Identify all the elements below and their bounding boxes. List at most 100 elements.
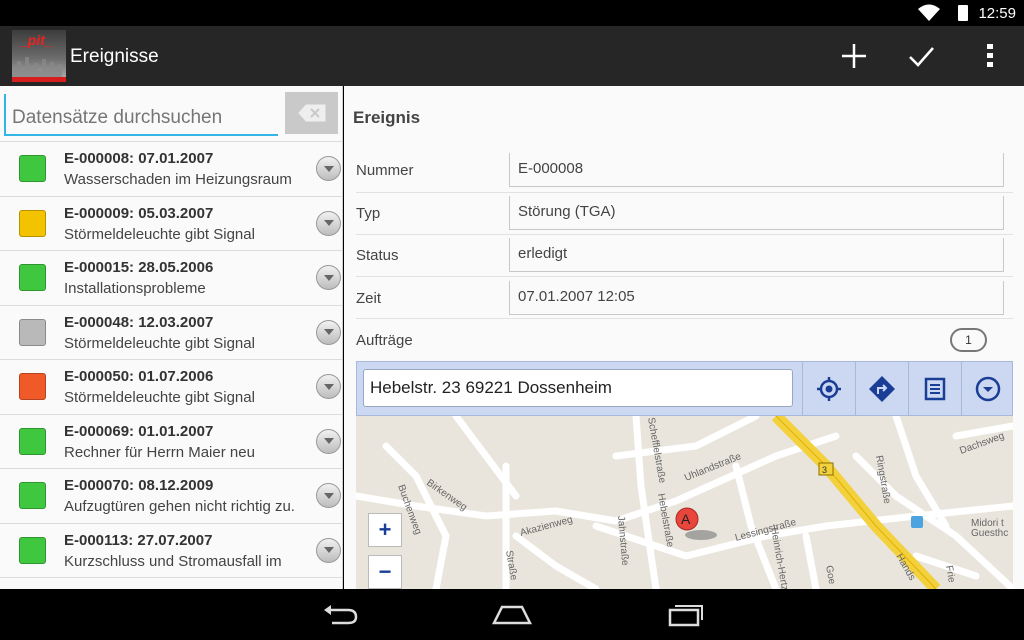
item-title: E-000009: 05.03.2007	[64, 204, 214, 222]
detail-title: Ereignis	[353, 108, 421, 127]
list-item[interactable]: E-000048: 12.03.2007 Störmeldeleuchte gib…	[0, 304, 342, 360]
item-title: E-000008: 07.01.2007	[64, 150, 214, 167]
map-canvas: 3 Birkenweg Buchenweg Akazienweg Uhlands…	[356, 416, 1013, 589]
recents-button[interactable]	[664, 599, 708, 629]
overflow-menu-button[interactable]	[966, 32, 1014, 80]
chevron-down-icon	[323, 220, 334, 226]
status-indicator	[19, 155, 46, 182]
item-subtitle: Rechner für Herrn Maier neu	[64, 443, 255, 461]
chevron-down-icon	[323, 329, 334, 335]
logo-stripe	[12, 77, 66, 82]
logo-text: _pit_	[20, 32, 53, 48]
item-menu-button[interactable]	[316, 156, 341, 181]
chevron-down-icon	[323, 438, 334, 444]
typ-field[interactable]: Störung (TGA)	[509, 196, 1004, 230]
svg-text:Guesthc: Guesthc	[971, 528, 1008, 539]
chevron-down-icon	[323, 274, 334, 281]
item-title: E-000070: 08.12.2009	[64, 477, 214, 494]
home-button[interactable]	[490, 599, 534, 629]
item-menu-button[interactable]	[316, 374, 341, 399]
home-icon	[492, 605, 532, 625]
item-title: E-000069: 01.01.2007	[64, 422, 214, 440]
zoom-out-button[interactable]: −	[368, 555, 402, 589]
save-button[interactable]	[897, 32, 945, 80]
chevron-down-icon	[323, 547, 334, 553]
list-item[interactable]: E-000113: 27.07.2007 Kurzschluss und Stro…	[0, 522, 342, 578]
record-list: E-000008: 07.01.2007 Wasserschaden im Hei…	[0, 141, 342, 589]
item-menu-button[interactable]	[316, 265, 341, 290]
field-label-typ: Typ	[356, 205, 381, 222]
battery-icon	[958, 5, 968, 21]
item-subtitle: Störmeldeleuchte gibt Signal	[64, 225, 255, 243]
divider	[356, 234, 1013, 235]
zeit-field[interactable]: 07.01.2007 12:05	[509, 281, 1004, 315]
item-subtitle: Installationsprobleme	[64, 280, 206, 297]
backspace-icon	[297, 104, 325, 122]
details-list-button[interactable]	[908, 362, 961, 415]
more-vertical-icon	[987, 44, 993, 67]
list-item[interactable]: E-000015: 28.05.2006 Installationsproblem…	[0, 250, 342, 305]
status-indicator	[19, 373, 46, 400]
plus-icon	[842, 44, 866, 68]
crosshair-icon	[817, 376, 841, 401]
status-indicator	[19, 318, 46, 346]
chevron-down-circle-icon	[975, 376, 1001, 401]
list-item[interactable]: E-000008: 07.01.2007 Wasserschaden im Hei…	[0, 141, 342, 196]
nummer-field[interactable]: E-000008	[509, 153, 1004, 187]
item-subtitle: Störmeldeleuchte gibt Signal	[64, 334, 255, 352]
clock: 12:59	[978, 5, 1016, 22]
status-indicator	[19, 264, 46, 291]
item-menu-button[interactable]	[316, 210, 341, 236]
list-item[interactable]: E-000050: 01.07.2006 Störmeldeleuchte gib…	[0, 359, 342, 414]
system-nav-bar	[0, 589, 1024, 640]
item-title: E-000048: 12.03.2007	[64, 313, 214, 331]
item-subtitle: Kurzschluss und Stromausfall im	[64, 552, 282, 570]
check-icon	[909, 47, 934, 67]
item-subtitle: Aufzugtüren gehen nicht richtig zu.	[64, 498, 295, 515]
divider	[356, 192, 1013, 193]
skyline-graphic	[12, 57, 62, 77]
item-menu-button[interactable]	[316, 428, 341, 454]
list-item[interactable]: E-000123: 01.05.2008	[0, 577, 342, 589]
field-label-nummer: Nummer	[356, 162, 414, 179]
back-button[interactable]	[318, 599, 362, 629]
status-indicator	[19, 427, 46, 455]
item-title: E-000113: 27.07.2007	[64, 531, 213, 549]
status-indicator	[19, 482, 46, 509]
address-field[interactable]: Hebelstr. 23 69221 Dossenheim	[363, 369, 793, 407]
item-menu-button[interactable]	[316, 483, 341, 508]
status-field[interactable]: erledigt	[509, 238, 1004, 272]
directions-icon	[869, 375, 895, 402]
item-subtitle: Störmeldeleuchte gibt Signal	[64, 389, 255, 406]
list-item[interactable]: E-000070: 08.12.2009 Aufzugtüren gehen ni…	[0, 468, 342, 523]
divider	[356, 318, 1013, 319]
search-input[interactable]	[4, 94, 278, 136]
action-bar: _pit_ Ereignisse	[0, 26, 1024, 86]
item-subtitle: Wasserschaden im Heizungsraum	[64, 171, 292, 188]
chevron-down-icon	[323, 165, 334, 172]
svg-text:3: 3	[822, 465, 827, 475]
item-menu-button[interactable]	[316, 537, 341, 563]
recents-icon	[668, 605, 703, 627]
orders-count-badge[interactable]: 1	[950, 328, 987, 352]
field-label-auftraege: Aufträge	[356, 332, 413, 349]
back-icon	[324, 605, 358, 625]
status-indicator	[19, 209, 46, 237]
locate-button[interactable]	[802, 362, 855, 415]
item-menu-button[interactable]	[316, 319, 341, 345]
status-indicator	[19, 536, 46, 564]
directions-button[interactable]	[855, 362, 908, 415]
list-item[interactable]: E-000069: 01.01.2007 Rechner für Herrn Ma…	[0, 413, 342, 469]
status-bar: 12:59	[0, 0, 1024, 26]
list-item[interactable]: E-000009: 05.03.2007 Störmeldeleuchte gib…	[0, 195, 342, 251]
app-logo[interactable]: _pit_	[12, 30, 66, 82]
zoom-in-button[interactable]: +	[368, 513, 402, 547]
page-title: Ereignisse	[70, 46, 159, 67]
clear-search-button[interactable]	[285, 92, 338, 134]
map-marker-label: A	[681, 511, 691, 527]
wifi-icon	[918, 4, 940, 21]
detail-panel: Ereignis Nummer E-000008 Typ Störung (TG…	[344, 86, 1024, 589]
map-view[interactable]: 3 Birkenweg Buchenweg Akazienweg Uhlands…	[356, 416, 1013, 589]
add-button[interactable]	[830, 32, 878, 80]
map-menu-button[interactable]	[961, 362, 1014, 415]
